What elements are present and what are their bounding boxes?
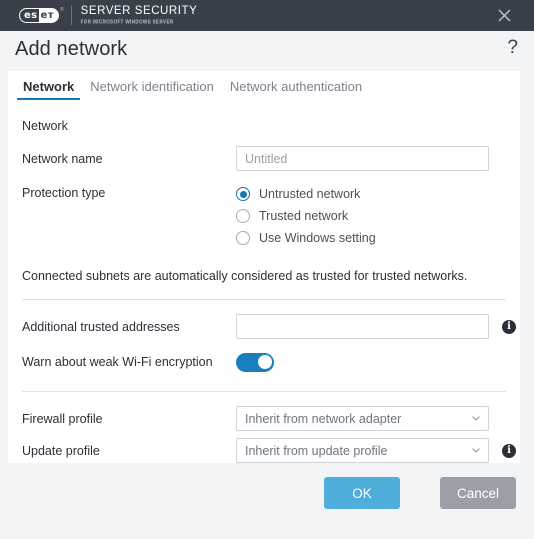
help-icon[interactable]: ?	[507, 37, 518, 59]
tab-network-identification[interactable]: Network identification	[82, 79, 222, 100]
row-warn-weak-wifi: Warn about weak Wi-Fi encryption	[22, 350, 506, 374]
radio-option-trusted-network[interactable]: Trusted network	[236, 207, 376, 225]
tab-bar: Network Network identification Network a…	[15, 71, 520, 100]
radio-icon-trusted-network	[236, 209, 250, 223]
label-network-name: Network name	[22, 151, 103, 166]
radio-option-use-windows-setting[interactable]: Use Windows setting	[236, 229, 376, 247]
label-additional-trusted-addresses: Additional trusted addresses	[22, 319, 180, 334]
radio-option-untrusted-network[interactable]: Untrusted network	[236, 185, 376, 203]
trademark-symbol: ®	[59, 7, 64, 13]
row-protection-type: Protection type Untrusted network Truste…	[22, 185, 506, 247]
warn-weak-wifi-control	[236, 352, 274, 372]
row-network-name: Network name	[22, 146, 506, 171]
update-profile-control: Inherit from update profile	[236, 438, 489, 463]
row-additional-trusted-addresses: Additional trusted addresses i	[22, 314, 516, 339]
section-label-network: Network	[22, 119, 68, 133]
logo-divider	[70, 6, 72, 25]
toggle-warn-weak-wifi[interactable]	[236, 352, 274, 372]
toggle-knob	[257, 355, 272, 369]
label-update-profile: Update profile	[22, 443, 100, 458]
add-network-dialog: es eт ® SERVER SECURITY FOR MICROSOFT WI…	[0, 0, 534, 539]
label-warn-weak-wifi: Warn about weak Wi-Fi encryption	[22, 355, 213, 369]
tab-network-authentication[interactable]: Network authentication	[222, 79, 370, 100]
chevron-down-icon	[472, 415, 480, 421]
divider-1	[22, 299, 506, 300]
additional-trusted-addresses-input[interactable]	[236, 314, 489, 339]
eset-logo-et: eт	[38, 9, 58, 22]
select-update-profile[interactable]: Inherit from update profile	[236, 438, 489, 463]
network-name-control	[236, 146, 489, 171]
tab-network[interactable]: Network	[15, 79, 82, 100]
eset-logo-mark: es eт	[19, 8, 59, 23]
select-firewall-profile[interactable]: Inherit from network adapter	[236, 406, 489, 431]
form-body: Network Network name Protection type Unt…	[8, 119, 520, 463]
ok-button[interactable]: OK	[324, 477, 400, 509]
product-name-secondary: FOR MICROSOFT WINDOWS SERVER	[80, 18, 174, 25]
dialog-footer: OK Cancel	[0, 463, 534, 539]
subnets-note: Connected subnets are automatically cons…	[22, 269, 468, 283]
page-title: Add network	[15, 38, 128, 60]
radio-icon-use-windows-setting	[236, 231, 250, 245]
select-update-profile-value: Inherit from update profile	[245, 443, 388, 458]
radio-label-trusted-network: Trusted network	[259, 209, 349, 223]
radio-label-use-windows-setting: Use Windows setting	[259, 231, 376, 245]
eset-logo-es: es	[24, 9, 38, 21]
protection-type-radio-group: Untrusted network Trusted network Use Wi…	[236, 185, 376, 247]
additional-trusted-addresses-control	[236, 314, 489, 339]
firewall-profile-control: Inherit from network adapter	[236, 406, 489, 431]
network-name-input[interactable]	[236, 146, 489, 171]
close-icon[interactable]	[486, 0, 522, 31]
radio-icon-untrusted-network	[236, 187, 250, 201]
cancel-button[interactable]: Cancel	[440, 477, 516, 509]
product-name: SERVER SECURITY FOR MICROSOFT WINDOWS SE…	[81, 6, 198, 24]
eset-logo: es eт ® SERVER SECURITY FOR MICROSOFT WI…	[19, 6, 197, 25]
window-titlebar: es eт ® SERVER SECURITY FOR MICROSOFT WI…	[0, 0, 534, 31]
radio-label-untrusted-network: Untrusted network	[259, 187, 361, 201]
row-update-profile: Update profile Inherit from update profi…	[22, 438, 516, 463]
product-name-primary: SERVER SECURITY	[80, 5, 198, 18]
info-icon-additional-trusted-addresses[interactable]: i	[502, 319, 516, 334]
content-panel: Network Network identification Network a…	[8, 71, 520, 463]
info-icon-update-profile[interactable]: i	[502, 443, 516, 458]
chevron-down-icon	[472, 447, 480, 453]
select-firewall-profile-value: Inherit from network adapter	[245, 411, 402, 426]
label-firewall-profile: Firewall profile	[22, 411, 103, 426]
label-protection-type: Protection type	[22, 186, 106, 200]
divider-2	[22, 391, 506, 392]
row-firewall-profile: Firewall profile Inherit from network ad…	[22, 406, 506, 431]
